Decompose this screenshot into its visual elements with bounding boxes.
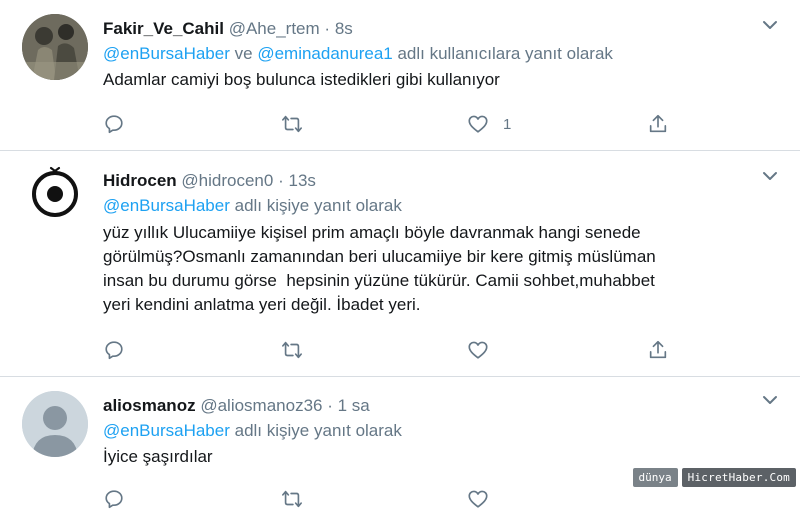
reply-button[interactable] [103,112,125,136]
mention-link[interactable]: @enBursaHaber [103,44,230,63]
tweet-text: Adamlar camiyi boş bulunca istedikleri g… [103,70,500,89]
retweet-button[interactable] [281,112,303,136]
mention-link[interactable]: @enBursaHaber [103,196,230,215]
share-icon [649,114,667,133]
chevron-down-icon[interactable] [762,20,778,30]
tweet-text: İyice şaşırdılar [103,447,213,466]
share-button[interactable] [647,112,669,136]
reply-button[interactable] [103,487,125,511]
reply-suffix: adlı kişiye yanıt olarak [234,421,402,440]
retweet-button[interactable] [281,487,303,511]
reply-icon [105,341,123,360]
tweet-text-line: insan bu durumu görse hepsinin yüzüne tü… [103,271,655,290]
display-name[interactable]: aliosmanoz [103,396,196,415]
retweet-icon [282,115,302,133]
timestamp[interactable]: 13s [289,171,316,190]
avatar[interactable] [22,14,88,80]
separator: · [324,19,331,38]
tweet-text: yüz yıllık Ulucamiiye kişisel prim amaçl… [103,221,760,317]
tweet-2[interactable]: Hidrocen @hidrocen0 · 13s @enBursaHaber … [0,151,800,376]
like-icon [468,115,488,133]
display-name[interactable]: Fakir_Ve_Cahil [103,19,224,38]
tweet-1[interactable]: Fakir_Ve_Cahil @Ahe_rtem · 8s @enBursaHa… [0,0,800,150]
reply-icon [105,490,123,509]
timestamp[interactable]: 1 sa [338,396,370,415]
like-button[interactable] [467,338,489,362]
reply-icon [105,115,123,134]
avatar[interactable] [22,391,88,457]
mention-link[interactable]: @eminadanurea1 [257,44,392,63]
retweet-icon [282,490,302,508]
chevron-down-icon[interactable] [762,171,778,181]
like-icon [468,490,488,508]
separator: · [278,171,284,190]
reply-context: @enBursaHaber ve @eminadanurea1 adlı kul… [103,43,760,65]
timestamp[interactable]: 8s [335,19,353,38]
like-icon [468,341,488,359]
reply-context: @enBursaHaber adlı kişiye yanıt olarak [103,195,760,217]
tweet-actions: 1 [103,112,683,136]
reply-joiner: ve [234,44,253,63]
share-button[interactable] [647,338,669,362]
watermark: dünya HicretHaber.Com [632,467,796,487]
mention-link[interactable]: @enBursaHaber [103,421,230,440]
reply-context: @enBursaHaber adlı kişiye yanıt olarak [103,420,760,442]
tweet-text-line: yeri kendini anlatma yeri değil. İbadet … [103,295,421,314]
retweet-icon [282,341,302,359]
tweet-actions [103,338,683,362]
separator: · [327,396,333,415]
watermark-text: HicretHaber.Com [681,467,796,487]
like-button[interactable] [467,487,489,511]
like-button[interactable]: 1 [467,112,511,136]
user-handle[interactable]: @aliosmanoz36 [200,396,322,415]
like-count: 1 [503,115,512,133]
reply-suffix: adlı kişiye yanıt olarak [234,196,402,215]
user-handle[interactable]: @Ahe_rtem [229,19,320,38]
user-handle[interactable]: @hidrocen0 [181,171,273,190]
share-icon [649,340,667,359]
tweet-actions [103,487,683,511]
avatar[interactable] [22,161,88,227]
watermark-logo: dünya [632,467,678,487]
tweet-text-line: yüz yıllık Ulucamiiye kişisel prim amaçl… [103,223,641,242]
tweet-text-line: görülmüş?Osmanlı zamanından beri ulucami… [103,247,656,266]
display-name[interactable]: Hidrocen [103,171,177,190]
reply-button[interactable] [103,338,125,362]
reply-suffix: adlı kullanıcılara yanıt olarak [397,44,613,63]
chevron-down-icon[interactable] [762,395,778,405]
retweet-button[interactable] [281,338,303,362]
